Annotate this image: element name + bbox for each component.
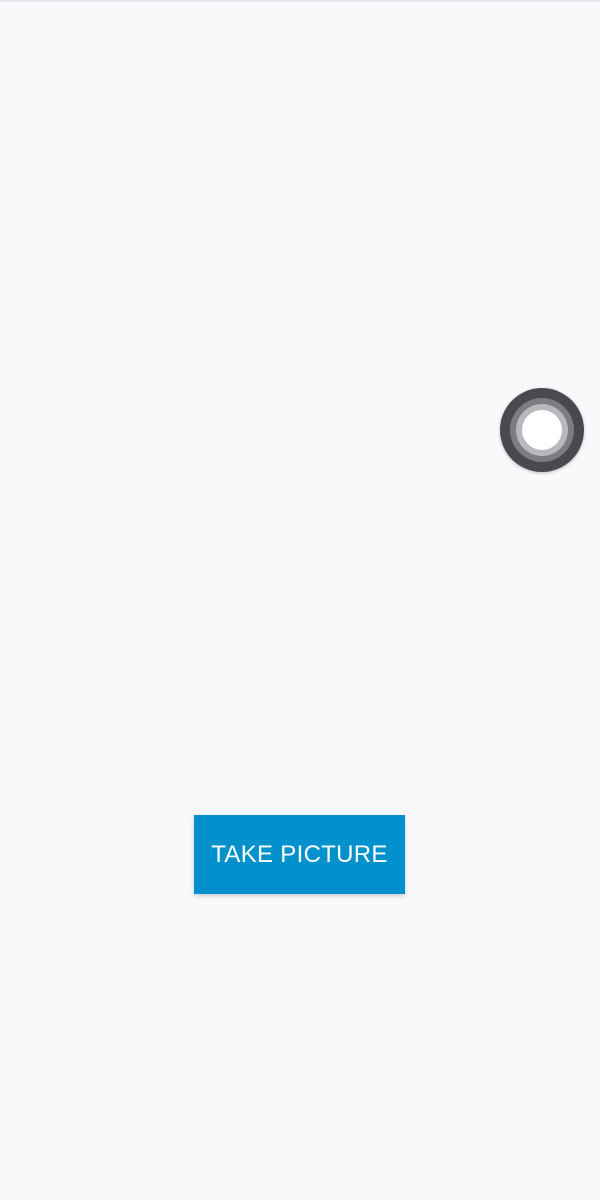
assistive-touch-icon[interactable] (500, 388, 584, 472)
top-edge-divider (0, 0, 600, 2)
assistive-touch-core (522, 410, 562, 450)
take-picture-button[interactable]: TAKE PICTURE (194, 815, 405, 894)
camera-screen: TAKE PICTURE (0, 0, 600, 1200)
